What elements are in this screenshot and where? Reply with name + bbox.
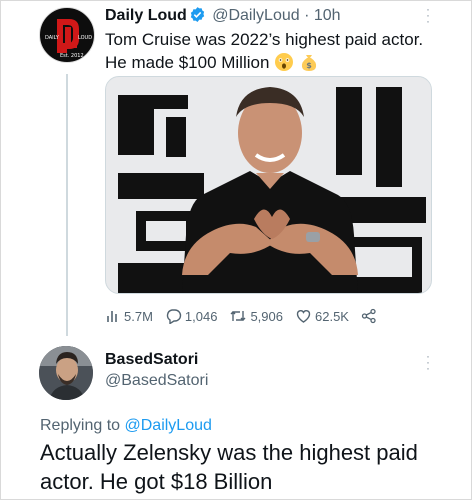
- reply-header: BasedSatori: [105, 350, 198, 370]
- logo-text-est: Est. 2012: [60, 53, 84, 59]
- share-metric[interactable]: [361, 308, 380, 324]
- like-metric[interactable]: 62.5K: [295, 308, 349, 324]
- views-chart-icon: [107, 311, 117, 322]
- author-name[interactable]: Daily Loud: [105, 7, 187, 24]
- logo-text-daily: DAILY: [45, 35, 59, 41]
- logo-text-loud: LOUD: [78, 35, 93, 41]
- reply-count: 1,046: [184, 308, 218, 324]
- money-bag-icon: $: [301, 55, 317, 71]
- retweet-count: 5,906: [250, 308, 283, 324]
- tweet-body: Tom Cruise was 2022’s highest paid actor…: [105, 30, 424, 72]
- tweet-photo: [106, 77, 431, 293]
- replying-to-label: Replying to: [40, 417, 121, 434]
- astonished-face-icon: [275, 53, 294, 71]
- reply-metric[interactable]: 1,046: [165, 308, 218, 324]
- tweet-time[interactable]: 10h: [314, 7, 341, 24]
- svg-text:$: $: [306, 61, 312, 70]
- tweet-metrics-bar: 5.7M 1,046 5,906 62.5K: [105, 306, 435, 326]
- tweet-header: Daily Loud @DailyLoud · 10h: [105, 6, 341, 26]
- avatar-daily-loud[interactable]: DAILY LOUD Est. 2012: [39, 7, 95, 63]
- more-options-icon[interactable]: · · ·: [423, 3, 433, 27]
- reply-author-handle[interactable]: @BasedSatori: [105, 372, 208, 390]
- tweet-media-image[interactable]: [105, 76, 432, 294]
- reply-icon: [166, 309, 182, 324]
- tweet-text: Tom Cruise was 2022’s highest paid actor…: [105, 28, 425, 74]
- avatar-basedsatori[interactable]: [39, 346, 93, 400]
- retweet-metric[interactable]: 5,906: [229, 308, 283, 324]
- reply-text: Actually Zelensky was the highest paid a…: [40, 440, 418, 494]
- author-handle[interactable]: @DailyLoud: [212, 7, 299, 24]
- dot-separator: ·: [304, 7, 310, 24]
- retweet-icon: [230, 311, 246, 321]
- replying-to-line: Replying to @DailyLoud: [40, 417, 212, 435]
- replying-to-handle[interactable]: @DailyLoud: [125, 417, 212, 434]
- reply-author-name[interactable]: BasedSatori: [105, 351, 198, 368]
- thread-connector-line: [66, 74, 68, 336]
- avatar-photo: [39, 346, 93, 400]
- heart-icon: [296, 310, 311, 323]
- verified-badge-icon: [190, 7, 204, 22]
- reply-more-options-icon[interactable]: · · ·: [423, 350, 433, 374]
- share-icon: [361, 308, 376, 324]
- views-count: 5.7M: [124, 308, 153, 324]
- views-metric[interactable]: 5.7M: [105, 308, 153, 324]
- like-count: 62.5K: [315, 308, 349, 324]
